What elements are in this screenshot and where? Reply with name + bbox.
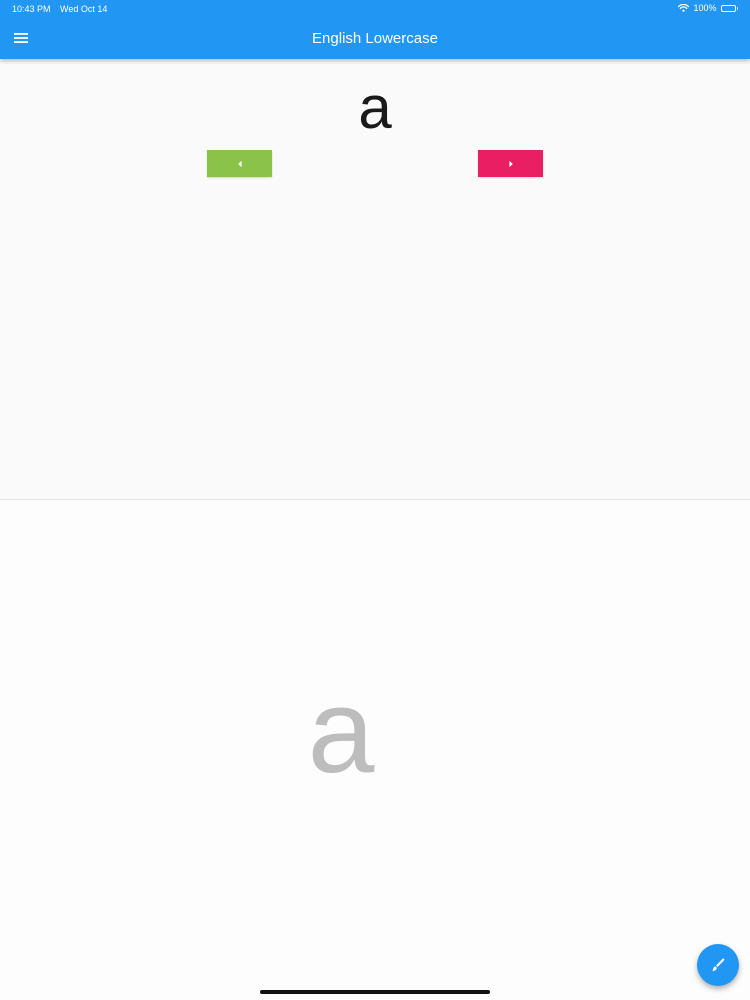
brush-icon [712,958,725,971]
flashcard-letter: a [358,74,392,141]
status-bar: 10:43 PM Wed Oct 14 100% [0,0,750,18]
battery-icon [720,4,738,12]
battery-percent: 100% [693,3,717,13]
app-header: 10:43 PM Wed Oct 14 100% English Lowerca… [0,0,750,59]
caret-left-icon [237,160,242,167]
next-letter-button[interactable] [478,150,543,177]
wifi-icon [678,4,690,12]
draw-button[interactable] [697,944,739,986]
caret-right-icon [508,160,513,167]
page-title: English Lowercase [312,30,438,47]
trace-guide-letter: a [307,664,375,798]
home-indicator [260,990,490,994]
status-indicators: 100% [678,3,738,13]
previous-letter-button[interactable] [207,150,272,177]
status-time: 10:43 PM [12,4,51,14]
status-date: Wed Oct 14 [60,4,108,14]
flashcard-panel: a [0,59,750,500]
tracing-canvas[interactable]: a [0,500,750,1000]
